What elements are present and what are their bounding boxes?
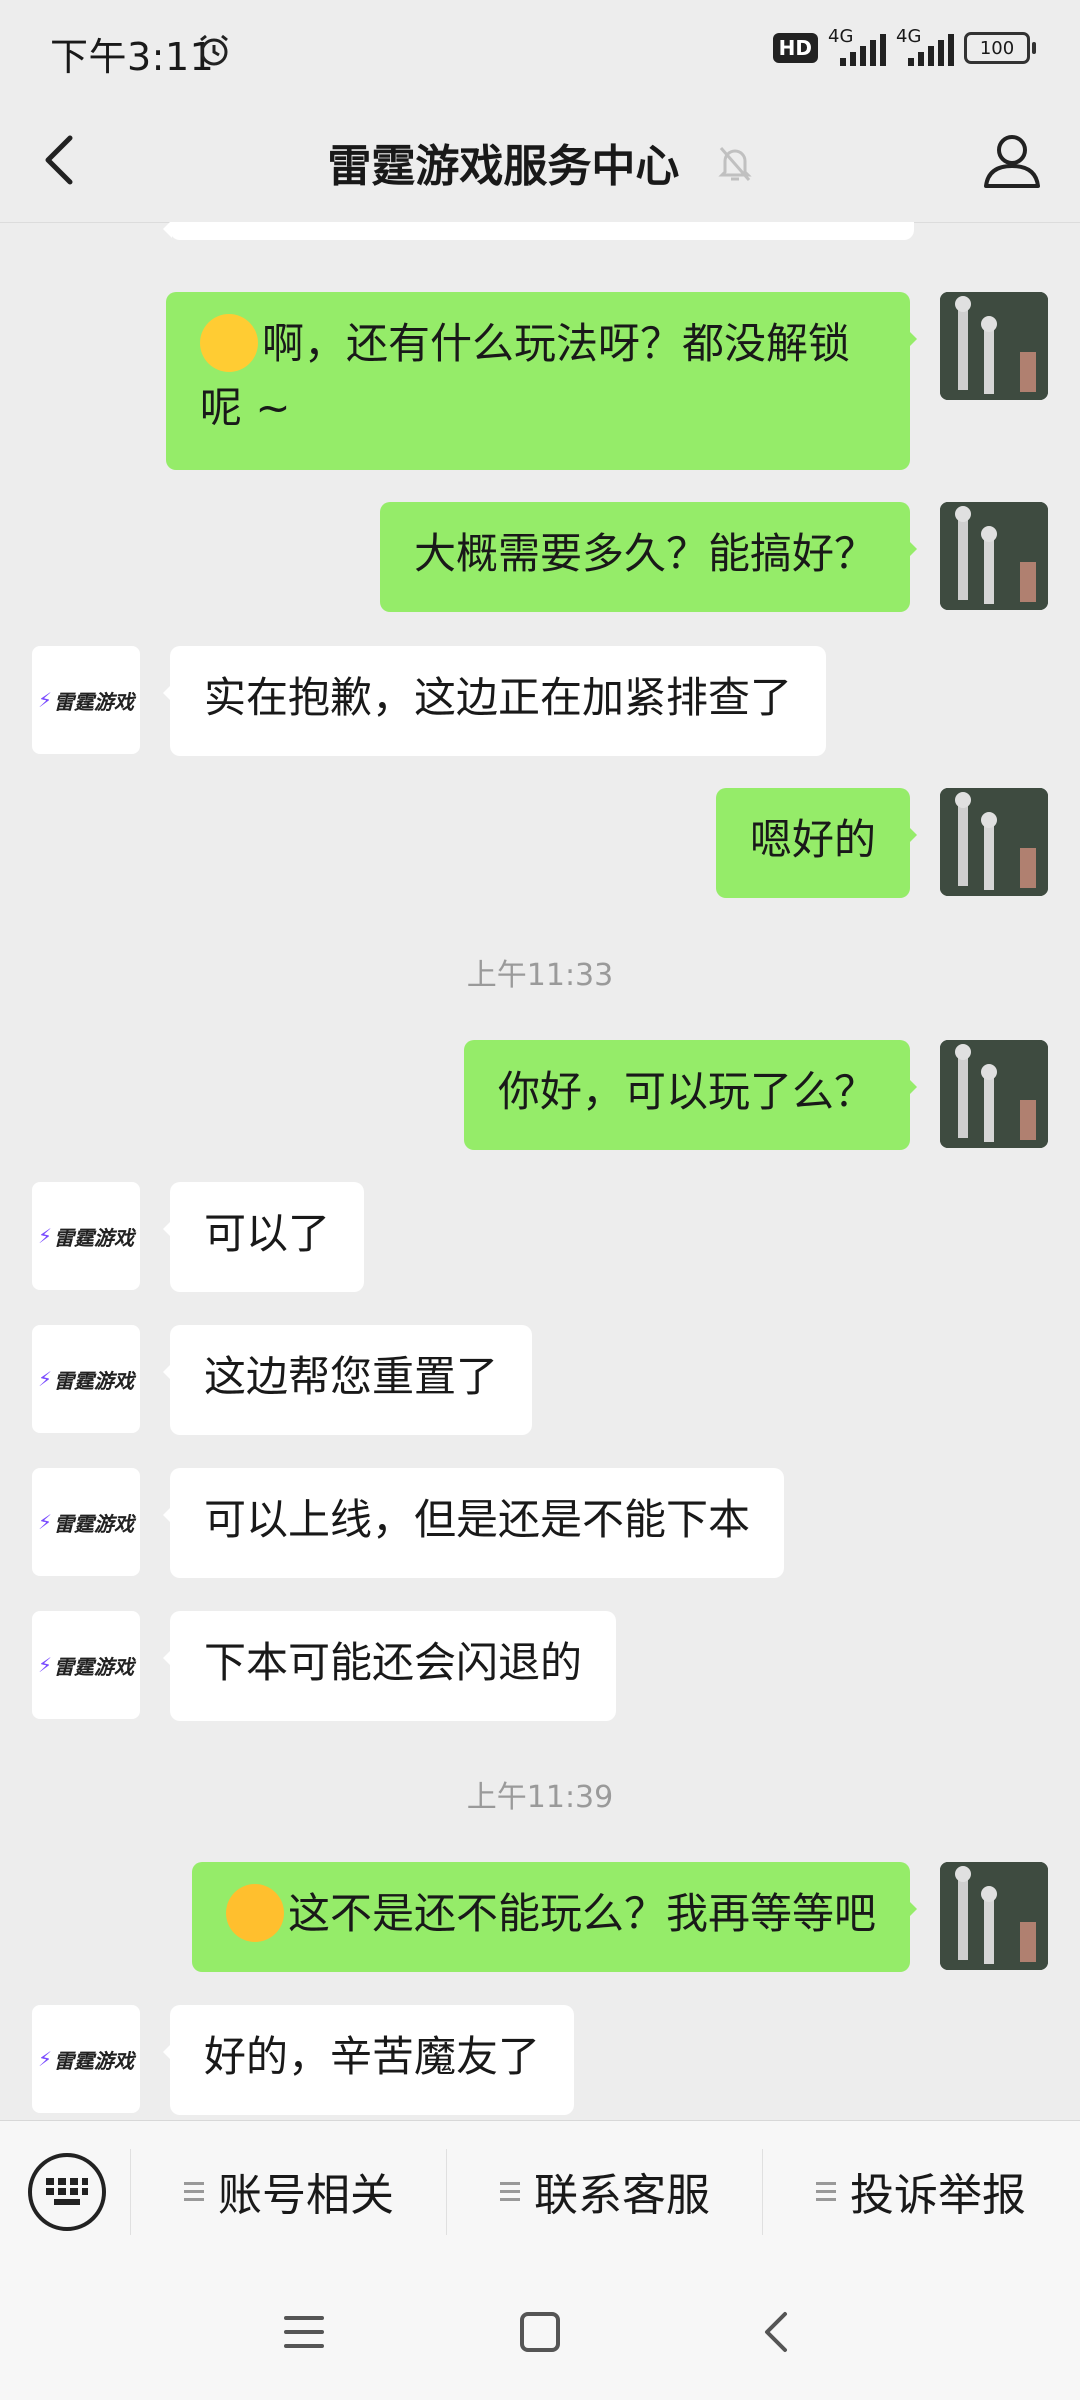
service-logo: ⚡ 雷霆游戏 xyxy=(37,1510,135,1536)
menu-icon xyxy=(500,2181,520,2201)
service-avatar[interactable]: ⚡ 雷霆游戏 xyxy=(32,1611,140,1719)
menu-lines-icon xyxy=(284,2316,324,2348)
lightning-icon: ⚡ xyxy=(37,2047,53,2071)
chevron-left-icon xyxy=(765,2312,787,2352)
square-icon xyxy=(520,2312,560,2352)
signal-2: 4G xyxy=(896,26,954,66)
wrench-photo-icon xyxy=(940,1862,1048,1970)
service-logo: ⚡ 雷霆游戏 xyxy=(37,688,135,714)
my-avatar[interactable] xyxy=(940,502,1048,610)
crying-face-emoji-icon xyxy=(225,1883,284,1942)
my-avatar[interactable] xyxy=(940,1040,1048,1148)
menu-divider xyxy=(446,2149,447,2235)
lightning-icon: ⚡ xyxy=(37,688,53,712)
wrench-photo-icon xyxy=(940,502,1048,610)
service-logo: ⚡ 雷霆游戏 xyxy=(37,1224,135,1250)
thinking-face-emoji-icon xyxy=(200,313,258,372)
service-avatar[interactable]: ⚡ 雷霆游戏 xyxy=(32,1468,140,1576)
wrench-photo-icon xyxy=(940,788,1048,896)
my-avatar[interactable] xyxy=(940,292,1048,400)
menu-account[interactable]: 账号相关 xyxy=(184,2159,394,2223)
chat-messages[interactable]: 啊，还有什么玩法呀？都没解锁呢 ~ 大概需要多久？能搞好？ ⚡ 雷霆游戏 实在抱歉… xyxy=(0,222,1080,2120)
keyboard-icon xyxy=(46,2178,88,2205)
lightning-icon: ⚡ xyxy=(37,1510,53,1534)
message-bubble[interactable]: 这不是还不能玩么？我再等等吧 xyxy=(191,1862,918,1972)
profile-button[interactable] xyxy=(980,128,1044,192)
chat-title-wrap: 雷霆游戏服务中心 xyxy=(0,130,1080,195)
status-bar: 下午3:11 HD 4G 4G 100 xyxy=(0,0,1080,100)
message-bubble[interactable]: 大概需要多久？能搞好？ xyxy=(379,502,918,612)
service-menu-bar: 账号相关 联系客服 投诉举报 xyxy=(0,2120,1080,2263)
chat-title: 雷霆游戏服务中心 xyxy=(327,141,680,192)
message-bubble[interactable]: 嗯好的 xyxy=(715,788,918,898)
message-bubble[interactable]: 这边帮您重置了 xyxy=(162,1325,533,1435)
message-bubble[interactable]: 可以上线，但是还是不能下本 xyxy=(162,1468,785,1578)
message-bubble[interactable]: 实在抱歉，这边正在加紧排查了 xyxy=(162,646,827,756)
service-avatar[interactable]: ⚡ 雷霆游戏 xyxy=(32,646,140,754)
service-avatar[interactable]: ⚡ 雷霆游戏 xyxy=(32,1325,140,1433)
message-bubble[interactable]: 啊，还有什么玩法呀？都没解锁呢 ~ xyxy=(166,292,917,470)
service-logo: ⚡ 雷霆游戏 xyxy=(37,1653,135,1679)
service-avatar[interactable]: ⚡ 雷霆游戏 xyxy=(32,1182,140,1290)
menu-icon xyxy=(816,2181,836,2201)
status-indicators: HD 4G 4G 100 xyxy=(772,26,1036,66)
message-bubble[interactable]: 可以了 xyxy=(162,1182,365,1292)
lightning-icon: ⚡ xyxy=(37,1653,53,1677)
message-bubble[interactable]: 好的，辛苦魔友了 xyxy=(162,2005,575,2115)
menu-divider xyxy=(130,2149,131,2235)
alarm-icon xyxy=(196,32,232,72)
message-bubble[interactable]: 下本可能还会闪退的 xyxy=(162,1611,617,1721)
lightning-icon: ⚡ xyxy=(37,1224,53,1248)
menu-contact-support[interactable]: 联系客服 xyxy=(500,2159,710,2223)
hd-badge: HD xyxy=(772,33,818,63)
system-nav-bar xyxy=(0,2262,1080,2400)
timestamp: 上午11:39 xyxy=(466,1780,614,1815)
my-avatar[interactable] xyxy=(940,788,1048,896)
battery-indicator: 100 xyxy=(964,32,1036,64)
wrench-photo-icon xyxy=(940,292,1048,400)
menu-divider xyxy=(762,2149,763,2235)
service-logo: ⚡ 雷霆游戏 xyxy=(37,1367,135,1393)
service-avatar[interactable]: ⚡ 雷霆游戏 xyxy=(32,2005,140,2113)
recent-apps-button[interactable] xyxy=(274,2302,334,2362)
menu-icon xyxy=(184,2181,204,2201)
message-bubble-partial xyxy=(163,222,914,240)
home-button[interactable] xyxy=(510,2302,570,2362)
signal-1: 4G xyxy=(828,26,886,66)
timestamp: 上午11:33 xyxy=(466,958,614,993)
my-avatar[interactable] xyxy=(940,1862,1048,1970)
menu-complaint[interactable]: 投诉举报 xyxy=(816,2159,1026,2223)
mute-bell-icon xyxy=(717,144,753,195)
system-back-button[interactable] xyxy=(746,2302,806,2362)
user-icon xyxy=(984,135,1040,188)
service-logo: ⚡ 雷霆游戏 xyxy=(37,2047,135,2073)
keyboard-toggle-button[interactable] xyxy=(28,2153,106,2231)
lightning-icon: ⚡ xyxy=(37,1367,53,1391)
message-bubble[interactable]: 你好，可以玩了么？ xyxy=(463,1040,918,1150)
status-time: 下午3:11 xyxy=(50,35,215,79)
chat-header: 雷霆游戏服务中心 xyxy=(0,100,1080,223)
wrench-photo-icon xyxy=(940,1040,1048,1148)
